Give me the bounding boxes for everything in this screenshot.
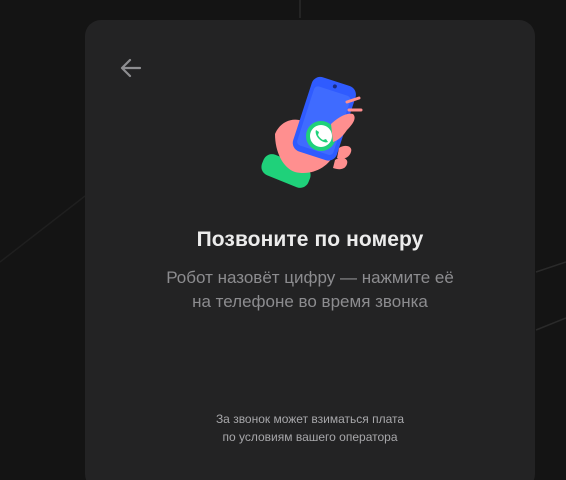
instruction-text: Робот назовёт цифру — нажмите её на теле…: [125, 266, 495, 314]
call-cost-note: За звонок может взиматься плата по услов…: [125, 410, 495, 446]
back-button[interactable]: [115, 52, 147, 84]
instruction-line-1: Робот назовёт цифру — нажмите её: [166, 268, 454, 287]
verification-screen: Позвоните по номеру Робот назовёт цифру …: [0, 0, 566, 480]
call-cost-note-line-1: За звонок может взиматься плата: [215, 412, 405, 426]
arrow-left-icon: [120, 58, 142, 78]
hand-holding-phone-icon: [261, 76, 363, 188]
page-title: Позвоните по номеру: [196, 228, 424, 251]
instruction-line-2: на телефоне во время звонка: [192, 292, 428, 311]
call-verification-card: Позвоните по номеру Робот назовёт цифру …: [85, 20, 535, 480]
call-cost-note-line-2: по условиям вашего оператора: [222, 430, 398, 444]
